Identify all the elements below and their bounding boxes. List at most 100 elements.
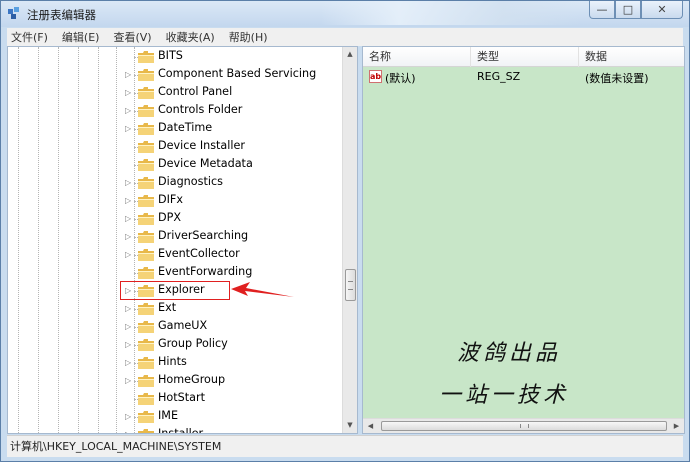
tree-node[interactable]: ▷ Ext	[8, 300, 344, 318]
expand-arrow-icon[interactable]: ▷	[125, 250, 131, 259]
tree-node[interactable]: ▷ Hints	[8, 354, 344, 372]
folder-icon	[138, 267, 154, 279]
tree-node[interactable]: ▷ IME	[8, 408, 344, 426]
horizontal-scroll-thumb[interactable]	[381, 421, 667, 431]
expand-arrow-icon[interactable]: ▷	[125, 322, 131, 331]
folder-icon	[138, 123, 154, 135]
tree-node[interactable]: ▷ Diagnostics	[8, 174, 344, 192]
expand-arrow-icon[interactable]: ▷	[125, 412, 131, 421]
tree-node[interactable]: ▷ EventCollector	[8, 246, 344, 264]
title-bar[interactable]: 注册表编辑器 — □ ✕	[1, 1, 689, 27]
expand-arrow-icon[interactable]: ▷	[125, 88, 131, 97]
expand-arrow-icon[interactable]: ▷	[125, 232, 131, 241]
menu-favorites[interactable]: 收藏夹(A)	[166, 29, 215, 45]
tree-node-label: Installer	[158, 427, 203, 433]
values-horizontal-scrollbar[interactable]: ◀ ▶	[363, 418, 684, 433]
menu-edit[interactable]: 编辑(E)	[62, 29, 100, 45]
tree-node-label: Diagnostics	[158, 175, 223, 188]
scroll-left-icon[interactable]: ◀	[363, 419, 378, 433]
tree-node-label: Control Panel	[158, 85, 233, 98]
tree-node[interactable]: ▷ DIFx	[8, 192, 344, 210]
folder-icon	[138, 69, 154, 81]
string-value-icon: ab	[369, 70, 382, 83]
tree-node[interactable]: ▷ DriverSearching	[8, 228, 344, 246]
tree-node[interactable]: ▷ Control Panel	[8, 84, 344, 102]
column-type-header[interactable]: 类型	[471, 47, 579, 67]
expand-arrow-icon[interactable]: ▷	[125, 376, 131, 385]
close-button[interactable]: ✕	[641, 1, 683, 19]
window-title: 注册表编辑器	[27, 8, 96, 22]
tree-node-label: DateTime	[158, 121, 213, 134]
watermark-line-1: 波鸽出品	[457, 341, 562, 366]
tree-node[interactable]: HotStart	[8, 390, 344, 408]
folder-icon	[138, 141, 154, 153]
column-name-header[interactable]: 名称	[363, 47, 471, 67]
watermark-line-2: 一站一技术	[439, 383, 570, 408]
tree-node[interactable]: ▷ GameUX	[8, 318, 344, 336]
folder-icon	[138, 411, 154, 423]
scroll-down-icon[interactable]: ▼	[343, 418, 357, 433]
menu-view[interactable]: 查看(V)	[113, 29, 151, 45]
status-bar: 计算机\HKEY_LOCAL_MACHINE\SYSTEM	[7, 435, 683, 457]
maximize-button[interactable]: □	[615, 1, 641, 19]
scroll-right-icon[interactable]: ▶	[669, 419, 684, 433]
tree-node-label: EventForwarding	[158, 265, 253, 278]
tree-node-label: DIFx	[158, 193, 183, 206]
folder-icon	[138, 105, 154, 117]
folder-icon	[138, 195, 154, 207]
values-column-header: 名称 类型 数据	[363, 47, 684, 67]
folder-icon	[138, 249, 154, 261]
expand-arrow-icon[interactable]: ▷	[125, 70, 131, 79]
folder-icon	[138, 357, 154, 369]
tree-node-label: HomeGroup	[158, 373, 226, 386]
tree-node-label: GameUX	[158, 319, 208, 332]
folder-icon	[138, 231, 154, 243]
value-row[interactable]: ab (默认) REG_SZ (数值未设置)	[363, 68, 684, 86]
tree-node[interactable]: ▷ DPX	[8, 210, 344, 228]
value-type: REG_SZ	[477, 70, 521, 83]
regedit-icon	[8, 7, 19, 19]
expand-arrow-icon[interactable]: ▷	[125, 124, 131, 133]
expand-arrow-icon[interactable]: ▷	[125, 106, 131, 115]
tree-node[interactable]: ▷ Group Policy	[8, 336, 344, 354]
tree-node[interactable]: ▷ DateTime	[8, 120, 344, 138]
caption-buttons: — □ ✕	[589, 1, 683, 19]
tree-node-label: Controls Folder	[158, 103, 243, 116]
menu-bar: 文件(F) 编辑(E) 查看(V) 收藏夹(A) 帮助(H)	[7, 28, 683, 46]
tree-node[interactable]: ▷ Installer	[8, 426, 344, 433]
registry-editor-window: 注册表编辑器 — □ ✕ 文件(F) 编辑(E) 查看(V) 收藏夹(A) 帮助…	[0, 0, 690, 462]
vertical-scroll-thumb[interactable]	[345, 269, 356, 301]
menu-file[interactable]: 文件(F)	[11, 29, 48, 45]
expand-arrow-icon[interactable]: ▷	[125, 196, 131, 205]
explorer-highlight-box	[120, 281, 230, 300]
folder-icon	[138, 177, 154, 189]
tree-node-label: BITS	[158, 49, 183, 62]
folder-icon	[138, 375, 154, 387]
minimize-button[interactable]: —	[589, 1, 615, 19]
menu-help[interactable]: 帮助(H)	[229, 29, 268, 45]
tree-node[interactable]: BITS	[8, 48, 344, 66]
expand-arrow-icon[interactable]: ▷	[125, 340, 131, 349]
key-tree-pane[interactable]: BITS ▷ Component Based Servicing ▷ Control P…	[7, 46, 358, 434]
tree-node[interactable]: Device Installer	[8, 138, 344, 156]
expand-arrow-icon[interactable]: ▷	[125, 430, 131, 433]
tree-vertical-scrollbar[interactable]: ▲ ▼	[342, 47, 357, 433]
expand-arrow-icon[interactable]: ▷	[125, 358, 131, 367]
expand-arrow-icon[interactable]: ▷	[125, 178, 131, 187]
expand-arrow-icon[interactable]: ▷	[125, 304, 131, 313]
tree-node-label: Group Policy	[158, 337, 228, 350]
tree-node-label: Device Metadata	[158, 157, 253, 170]
folder-icon	[138, 393, 154, 405]
tree-node[interactable]: Device Metadata	[8, 156, 344, 174]
expand-arrow-icon[interactable]: ▷	[125, 214, 131, 223]
folder-icon	[138, 429, 154, 433]
scroll-up-icon[interactable]: ▲	[343, 47, 357, 62]
column-data-header[interactable]: 数据	[579, 47, 684, 67]
values-pane[interactable]: 名称 类型 数据 ab (默认) REG_SZ (数值未设置) 波鸽出品 一站一…	[362, 46, 685, 434]
tree-node[interactable]: ▷ Controls Folder	[8, 102, 344, 120]
tree-node[interactable]: ▷ HomeGroup	[8, 372, 344, 390]
tree-node[interactable]: ▷ Component Based Servicing	[8, 66, 344, 84]
value-name: (默认)	[385, 72, 416, 85]
folder-icon	[138, 159, 154, 171]
folder-icon	[138, 303, 154, 315]
